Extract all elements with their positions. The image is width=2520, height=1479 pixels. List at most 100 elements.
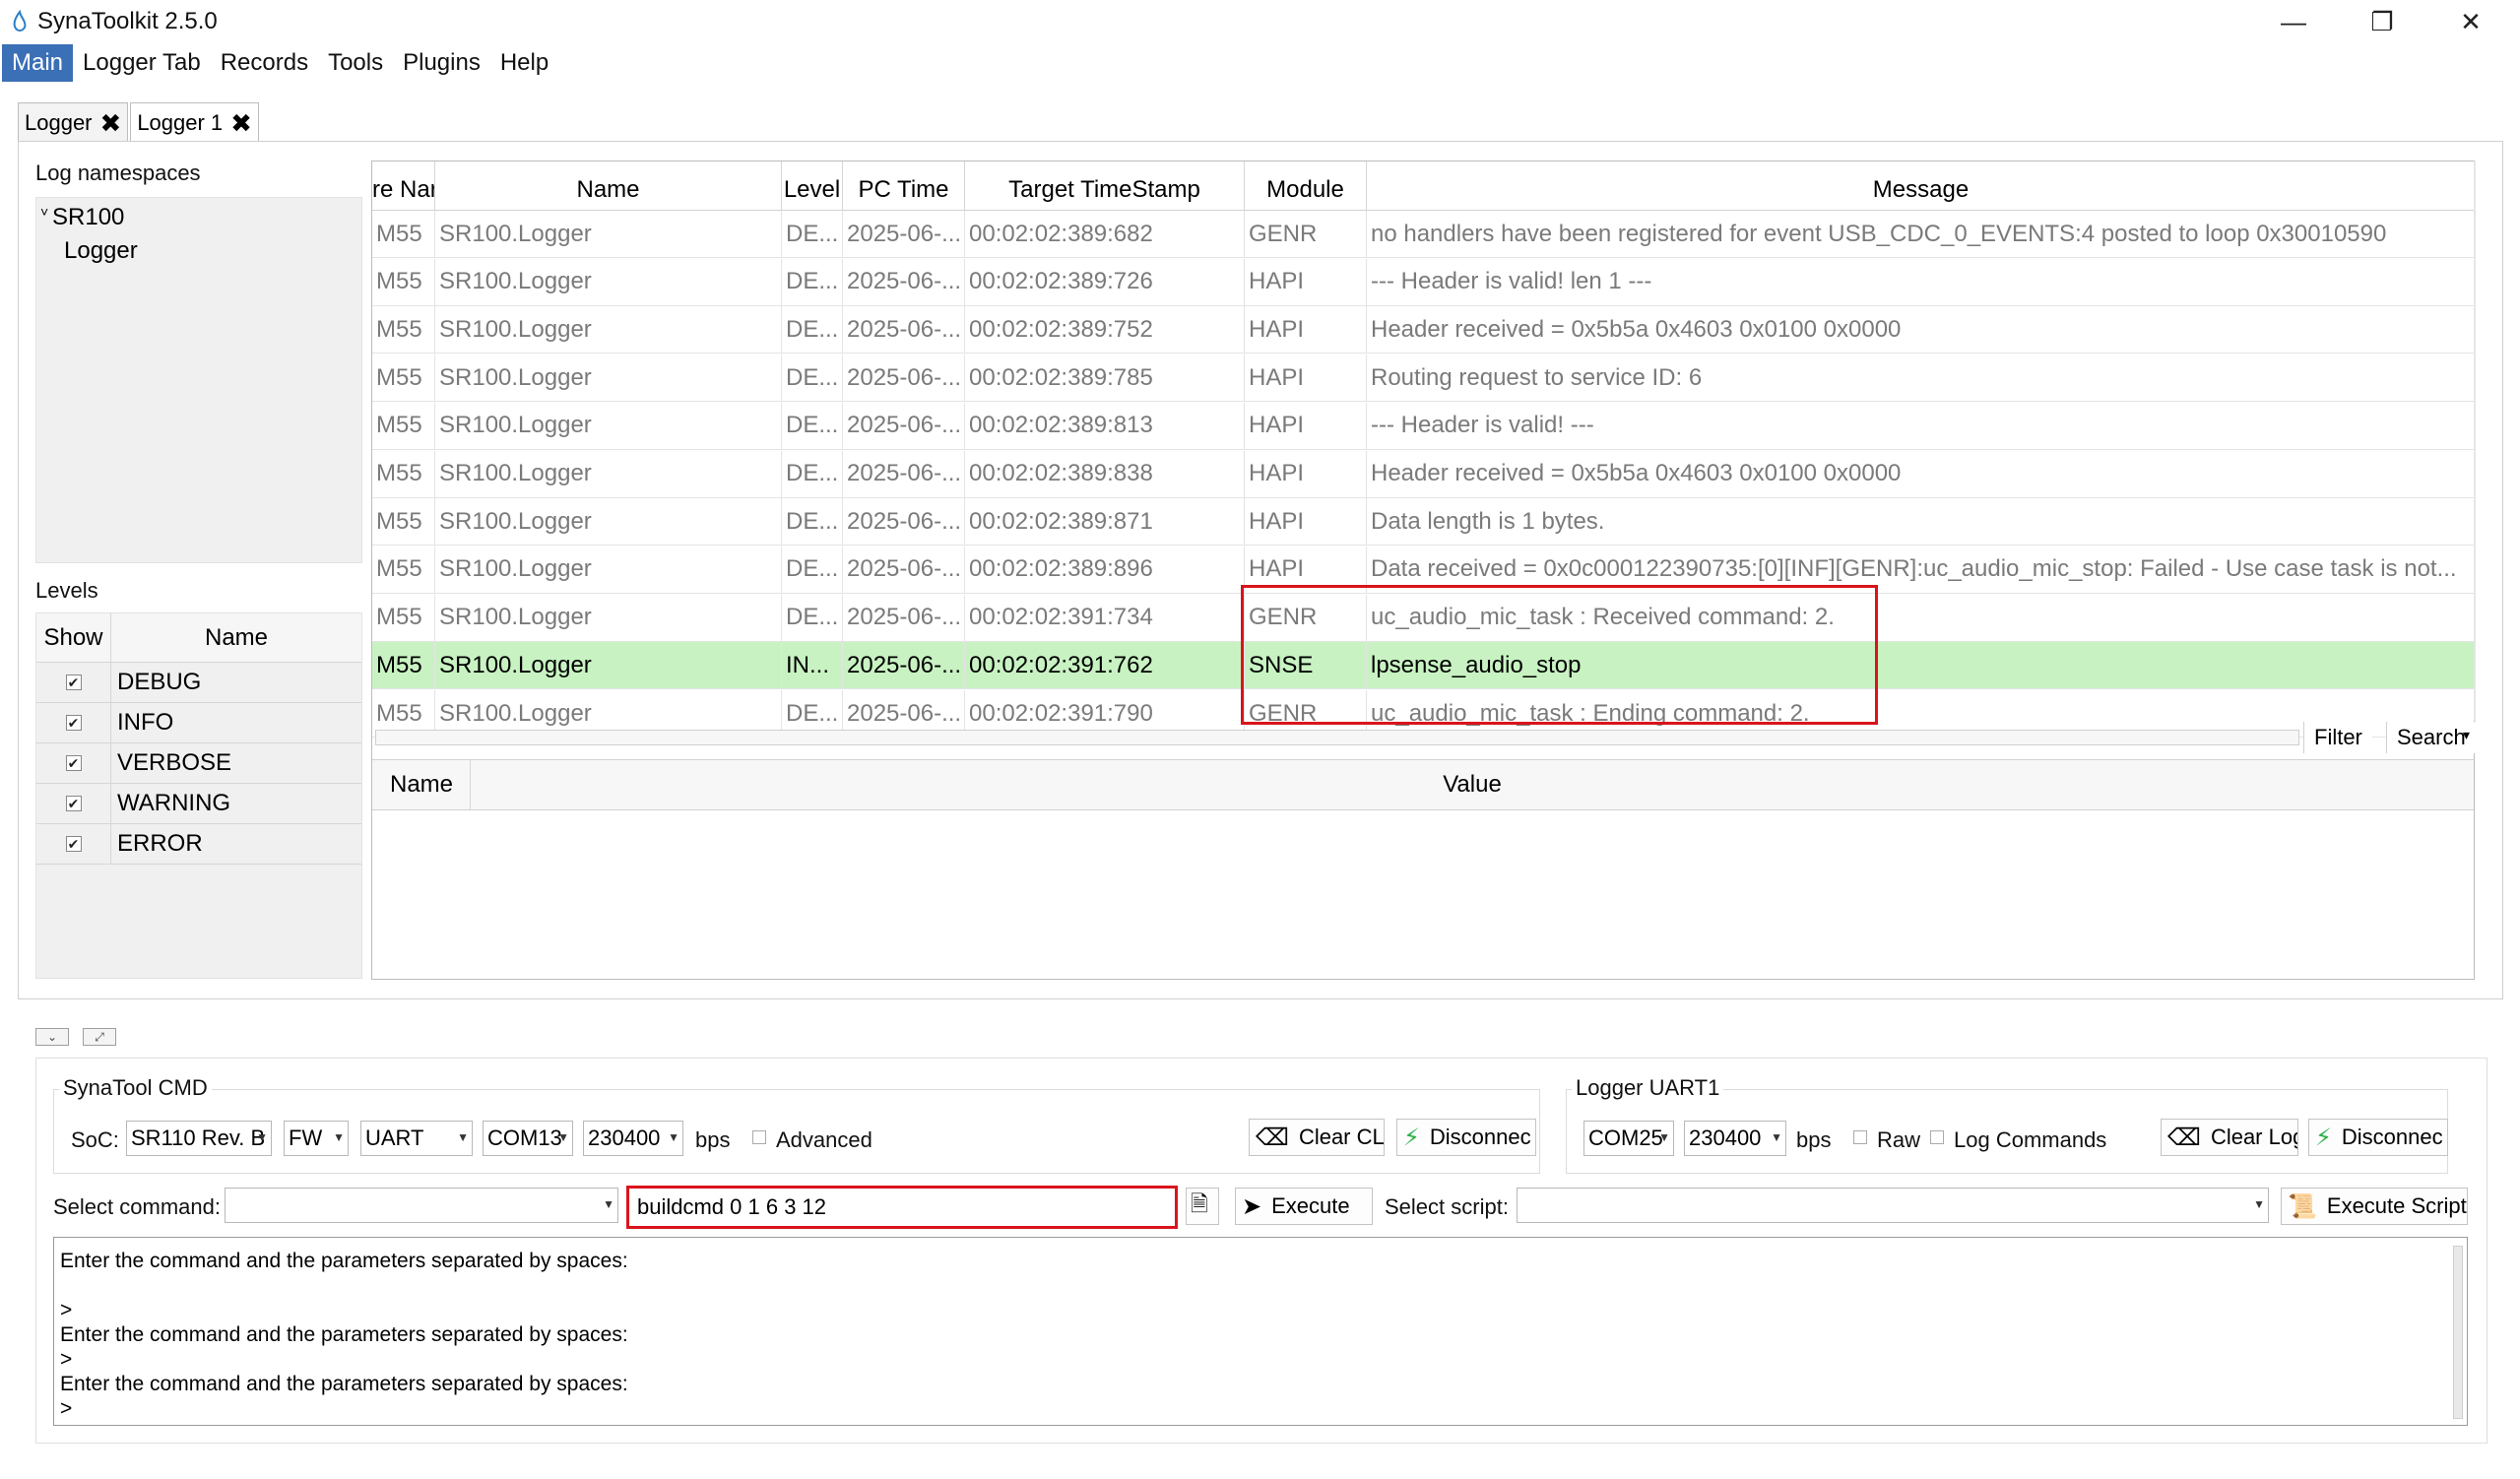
log-cell: 2025-06-... [843, 546, 965, 593]
col-core-name-header[interactable]: re Nar [372, 161, 435, 210]
tab-logger[interactable]: Logger ✖ [18, 102, 129, 142]
tree-node-logger[interactable]: Logger [64, 237, 138, 265]
expand-arrow-icon[interactable]: ˅ [40, 204, 48, 220]
show-column-header[interactable]: Show [36, 613, 111, 662]
level-row: ✔ ERROR [36, 824, 361, 865]
log-cell: M55 [372, 450, 435, 497]
log-row[interactable]: M55 SR100.Logger DE... 2025-06-... 00:02:02:… [372, 498, 2476, 547]
menu-logger-tab[interactable]: Logger Tab [73, 44, 211, 82]
logger-baud-select[interactable]: 230400 ▼ [1684, 1121, 1786, 1156]
port-value: COM13 [487, 1125, 562, 1150]
minimize-button[interactable]: — [2249, 2, 2338, 41]
expand-button[interactable]: ⤢ [83, 1028, 116, 1046]
execute-script-label: Execute Script [2326, 1193, 2467, 1218]
fw-value: FW [289, 1125, 323, 1150]
level-error-checkbox[interactable]: ✔ [65, 836, 82, 852]
col-message-header[interactable]: Message [1367, 161, 2476, 210]
menu-help[interactable]: Help [490, 44, 558, 82]
console-scrollbar[interactable] [2453, 1246, 2463, 1419]
log-row[interactable]: M55 SR100.Logger DE... 2025-06-... 00:02:02:… [372, 450, 2476, 498]
command-output-console[interactable]: Enter the command and the parameters sep… [53, 1237, 2468, 1426]
logger-port-select[interactable]: COM25 ▼ [1583, 1121, 1674, 1156]
level-verbose-checkbox[interactable]: ✔ [65, 755, 82, 771]
tab-logger-1[interactable]: Logger 1 ✖ [130, 102, 259, 142]
console-line: > [60, 1397, 73, 1420]
detail-value-header[interactable]: Value [471, 760, 2474, 809]
log-cell: DE... [782, 402, 843, 449]
chevron-down-icon: ▼ [333, 1130, 345, 1144]
raw-checkbox[interactable] [1853, 1130, 1867, 1149]
col-target-timestamp-header[interactable]: Target TimeStamp [965, 161, 1245, 210]
tree-node-sr100[interactable]: SR100 [52, 204, 124, 231]
log-row[interactable]: M55 SR100.Logger DE... 2025-06-... 00:02:02:… [372, 354, 2476, 403]
name-column-header[interactable]: Name [111, 613, 361, 662]
clear-log-button[interactable]: ⌫ Clear Log [2161, 1119, 2298, 1156]
close-window-button[interactable]: ✕ [2426, 2, 2515, 41]
log-cell: HAPI [1245, 498, 1367, 546]
level-row: ✔ INFO [36, 703, 361, 743]
log-row[interactable]: M55 SR100.Logger DE... 2025-06-... 00:02:02:… [372, 258, 2476, 306]
disconnect-button[interactable]: ⚡ Disconnec [1396, 1119, 1536, 1156]
log-cell: M55 [372, 546, 435, 593]
port-select[interactable]: COM13 ▼ [483, 1121, 573, 1156]
execute-script-button[interactable]: 📜 Execute Script [2281, 1188, 2468, 1225]
log-cell: 00:02:02:389:838 [965, 450, 1245, 497]
col-level-header[interactable]: Level [782, 161, 843, 210]
clear-cli-label: Clear CLI [1298, 1125, 1385, 1149]
interface-select[interactable]: UART ▼ [360, 1121, 473, 1156]
col-pc-time-header[interactable]: PC Time [843, 161, 965, 210]
advanced-checkbox[interactable] [752, 1130, 766, 1149]
search-dropdown-icon[interactable]: ▾ [2463, 727, 2470, 743]
log-cell: SR100.Logger [435, 450, 782, 497]
close-tab-icon[interactable]: ✖ [100, 110, 122, 136]
level-debug-checkbox[interactable]: ✔ [65, 675, 82, 690]
select-command-label: Select command: [53, 1194, 221, 1219]
log-cell: --- Header is valid! --- [1367, 402, 2476, 449]
log-row[interactable]: M55 SR100.Logger DE... 2025-06-... 00:02:02:… [372, 402, 2476, 450]
menu-plugins[interactable]: Plugins [393, 44, 490, 82]
col-module-header[interactable]: Module [1245, 161, 1367, 210]
logger-disconnect-label: Disconnec [2341, 1125, 2443, 1149]
log-cell: 2025-06-... [843, 402, 965, 449]
col-name-header[interactable]: Name [435, 161, 782, 210]
log-commands-checkbox[interactable] [1930, 1130, 1944, 1149]
filter-button[interactable]: Filter [2303, 722, 2372, 753]
log-table: re Nar Name Level PC Time Target TimeSta… [371, 161, 2476, 980]
level-name: INFO [117, 709, 174, 736]
log-row[interactable]: M55 SR100.Logger DE... 2025-06-... 00:02:02:… [372, 306, 2476, 354]
baud-select[interactable]: 230400 ▼ [583, 1121, 683, 1156]
load-file-button[interactable]: 🗎 [1186, 1188, 1219, 1225]
chevron-down-icon: ▼ [1658, 1130, 1670, 1144]
menu-main[interactable]: Main [2, 44, 74, 82]
log-namespaces-label: Log namespaces [35, 161, 201, 185]
maximize-button[interactable]: ❐ [2338, 2, 2426, 41]
soc-select[interactable]: SR110 Rev. B ▼ [126, 1121, 272, 1156]
log-cell: 00:02:02:389:752 [965, 306, 1245, 354]
menu-tools[interactable]: Tools [318, 44, 393, 82]
level-info-checkbox[interactable]: ✔ [65, 715, 82, 731]
clear-cli-button[interactable]: ⌫ Clear CLI [1249, 1119, 1385, 1156]
vertical-scrollbar[interactable] [2474, 161, 2476, 721]
fw-select[interactable]: FW ▼ [284, 1121, 349, 1156]
log-row[interactable]: M55 SR100.Logger DE... 2025-06-... 00:02:02:… [372, 211, 2476, 258]
console-line: > [60, 1299, 73, 1321]
collapse-button[interactable]: ⌄ [35, 1028, 69, 1046]
command-input-value: buildcmd 0 1 6 3 12 [637, 1194, 827, 1219]
close-tab-icon[interactable]: ✖ [230, 110, 252, 136]
menu-records[interactable]: Records [211, 44, 318, 82]
log-cell: DE... [782, 498, 843, 546]
select-script-dropdown[interactable]: ▼ [1517, 1188, 2269, 1223]
level-name: VERBOSE [117, 749, 232, 776]
logger-uart-title: Logger UART1 [1572, 1075, 1724, 1101]
chevron-down-icon: ▼ [457, 1130, 469, 1144]
logger-disconnect-button[interactable]: ⚡ Disconnec [2308, 1119, 2448, 1156]
horizontal-scrollbar[interactable] [375, 730, 2299, 745]
execute-button[interactable]: ➤ Execute [1235, 1188, 1373, 1225]
command-input[interactable]: buildcmd 0 1 6 3 12 [626, 1186, 1178, 1229]
log-cell: 00:02:02:389:871 [965, 498, 1245, 546]
detail-name-header[interactable]: Name [372, 760, 471, 809]
level-warning-checkbox[interactable]: ✔ [65, 796, 82, 811]
disconnect-label: Disconnec [1429, 1125, 1531, 1149]
select-command-dropdown[interactable]: ▼ [225, 1188, 618, 1223]
log-cell: 2025-06-... [843, 450, 965, 497]
